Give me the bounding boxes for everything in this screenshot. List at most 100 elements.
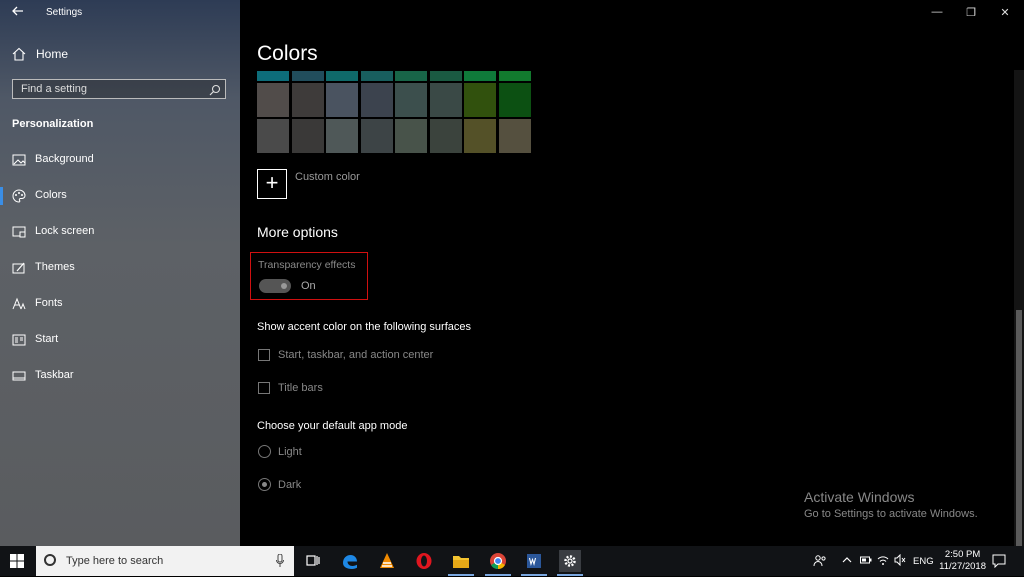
action-center-icon[interactable] xyxy=(992,554,1006,571)
color-swatch[interactable] xyxy=(257,71,289,81)
app-title: Settings xyxy=(46,7,83,18)
custom-color-button[interactable]: + xyxy=(257,169,287,199)
settings-icon[interactable] xyxy=(559,550,581,572)
file-explorer-icon[interactable] xyxy=(450,550,472,572)
color-swatch[interactable] xyxy=(291,71,324,81)
checkbox-label[interactable]: Title bars xyxy=(278,382,323,394)
search-icon[interactable] xyxy=(209,83,221,96)
close-button[interactable]: ✕ xyxy=(998,6,1012,19)
color-swatch[interactable] xyxy=(291,119,324,153)
microphone-icon[interactable] xyxy=(276,553,284,567)
sidebar-home[interactable]: Home xyxy=(0,42,240,68)
sidebar-item-themes[interactable]: Themes xyxy=(0,255,240,281)
vlc-icon[interactable] xyxy=(376,550,398,572)
sidebar-item-colors[interactable]: Colors xyxy=(0,183,240,209)
clock-date: 11/27/2018 xyxy=(939,561,986,572)
checkbox-start-taskbar[interactable] xyxy=(258,349,270,361)
color-swatch[interactable] xyxy=(257,83,289,117)
home-icon xyxy=(12,47,26,61)
opera-icon[interactable] xyxy=(413,550,435,572)
taskbar-search-placeholder[interactable]: Type here to search xyxy=(66,555,163,567)
active-indicator xyxy=(0,187,3,205)
sidebar-item-label: Colors xyxy=(35,189,67,201)
sidebar-item-label: Themes xyxy=(35,261,75,273)
scrollbar-thumb[interactable] xyxy=(1016,310,1022,546)
scrollbar[interactable] xyxy=(1014,70,1024,546)
color-swatch[interactable] xyxy=(498,119,531,153)
color-swatch[interactable] xyxy=(464,83,496,117)
transparency-highlight: Transparency effects On xyxy=(250,252,368,300)
color-swatch[interactable] xyxy=(395,71,427,81)
main-content: — ❐ ✕ Colors + Custom color More options… xyxy=(240,0,1024,546)
app-mode-heading: Choose your default app mode xyxy=(257,420,408,432)
start-menu-icon xyxy=(12,333,26,347)
find-setting-input[interactable] xyxy=(13,80,211,98)
font-icon xyxy=(12,297,26,311)
color-swatch[interactable] xyxy=(326,119,358,153)
clock[interactable]: 2:50 PM 11/27/2018 xyxy=(939,549,986,573)
radio-label[interactable]: Dark xyxy=(278,479,301,491)
word-icon[interactable] xyxy=(523,550,545,572)
color-swatch[interactable] xyxy=(360,71,393,81)
sidebar-item-fonts[interactable]: Fonts xyxy=(0,291,240,317)
color-swatch[interactable] xyxy=(498,83,531,117)
checkbox-label[interactable]: Start, taskbar, and action center xyxy=(278,349,433,361)
page-title: Colors xyxy=(257,42,318,65)
color-swatch[interactable] xyxy=(257,119,289,153)
taskbar: Type here to search ENG 2:50 PM 11/27/20… xyxy=(0,546,1024,576)
chrome-icon[interactable] xyxy=(487,550,509,572)
custom-color-label[interactable]: Custom color xyxy=(295,171,360,183)
sidebar-item-label: Background xyxy=(35,153,94,165)
taskbar-search-box[interactable]: Type here to search xyxy=(36,546,294,576)
battery-icon[interactable] xyxy=(860,555,872,568)
lock-screen-icon xyxy=(12,225,26,239)
radio-label[interactable]: Light xyxy=(278,446,302,458)
find-setting-field[interactable] xyxy=(12,79,226,99)
language-indicator[interactable]: ENG xyxy=(913,556,934,567)
sidebar-item-label: Fonts xyxy=(35,297,63,309)
edge-icon[interactable] xyxy=(339,550,361,572)
sidebar-item-background[interactable]: Background xyxy=(0,147,240,173)
sidebar-item-start[interactable]: Start xyxy=(0,327,240,353)
transparency-state: On xyxy=(301,280,316,292)
transparency-toggle[interactable] xyxy=(259,279,291,293)
color-swatch[interactable] xyxy=(429,83,462,117)
sidebar-item-taskbar[interactable]: Taskbar xyxy=(0,363,240,389)
color-swatch[interactable] xyxy=(464,71,496,81)
people-icon[interactable] xyxy=(813,554,827,571)
windows-start-icon[interactable] xyxy=(10,554,24,568)
restore-button[interactable]: ❐ xyxy=(964,6,978,19)
task-view-icon[interactable] xyxy=(302,550,324,572)
picture-icon xyxy=(12,153,26,167)
color-swatch[interactable] xyxy=(395,119,427,153)
color-swatch[interactable] xyxy=(360,119,393,153)
color-swatch[interactable] xyxy=(464,119,496,153)
color-swatch[interactable] xyxy=(498,71,531,81)
volume-muted-icon[interactable] xyxy=(894,553,906,569)
sidebar: Settings Home Personalization Background… xyxy=(0,0,240,546)
radio-dark[interactable] xyxy=(258,478,271,491)
color-swatch[interactable] xyxy=(326,83,358,117)
clock-time: 2:50 PM xyxy=(944,549,981,560)
radio-light[interactable] xyxy=(258,445,271,458)
sidebar-item-label: Start xyxy=(35,333,59,345)
brush-icon xyxy=(12,261,26,275)
color-swatch[interactable] xyxy=(291,83,324,117)
cortana-icon xyxy=(44,554,56,566)
sidebar-item-lock-screen[interactable]: Lock screen xyxy=(0,219,240,245)
color-swatch[interactable] xyxy=(395,83,427,117)
minimize-button[interactable]: — xyxy=(930,6,944,18)
activation-watermark-title: Activate Windows xyxy=(804,489,915,505)
toggle-knob xyxy=(281,283,287,289)
checkbox-title-bars[interactable] xyxy=(258,382,270,394)
color-swatch[interactable] xyxy=(429,71,462,81)
color-swatch[interactable] xyxy=(429,119,462,153)
accent-heading: Show accent color on the following surfa… xyxy=(257,321,472,333)
more-options-heading: More options xyxy=(257,224,338,240)
section-heading: Personalization xyxy=(12,118,94,130)
back-arrow-icon[interactable] xyxy=(10,4,26,20)
wifi-icon[interactable] xyxy=(877,554,889,569)
chevron-up-icon[interactable] xyxy=(842,555,852,568)
color-swatch[interactable] xyxy=(360,83,393,117)
color-swatch[interactable] xyxy=(326,71,358,81)
